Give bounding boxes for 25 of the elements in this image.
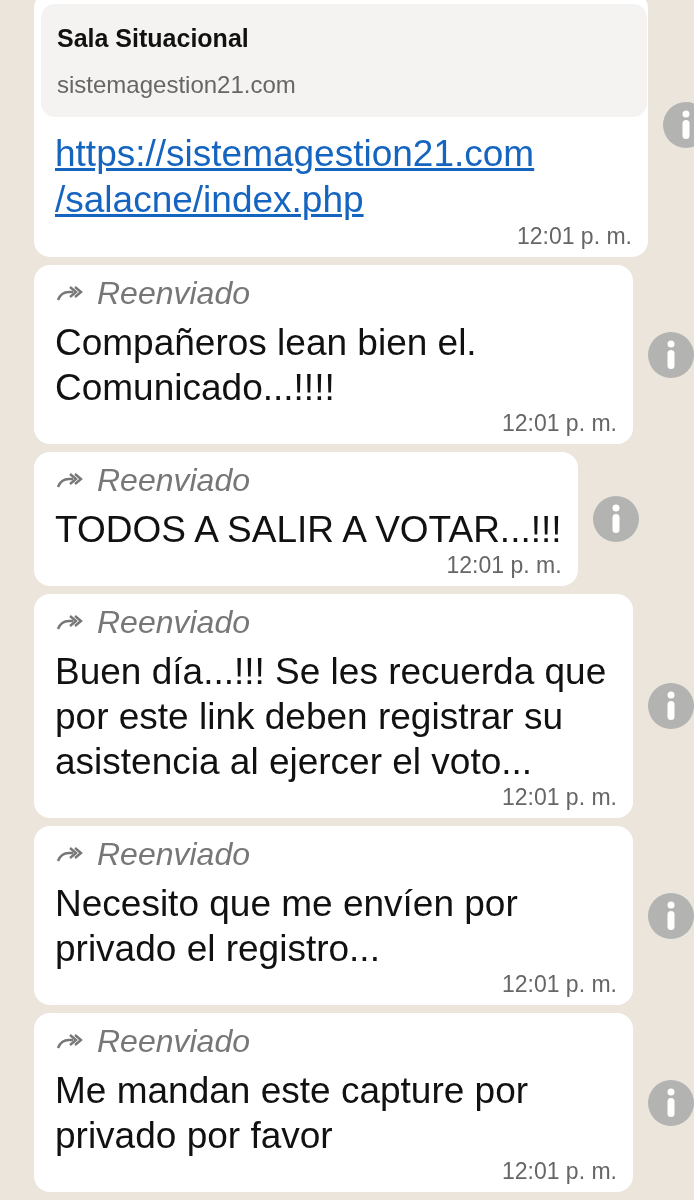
message-link[interactable]: https://sistemagestion21.com/salacne/index.php bbox=[55, 131, 632, 223]
preview-domain: sistemagestion21.com bbox=[57, 71, 297, 99]
forwarded-label: Reenviado bbox=[97, 836, 250, 873]
info-icon[interactable] bbox=[648, 1079, 694, 1126]
message-time: 12:01 p. m. bbox=[501, 410, 617, 436]
message-time: 12:01 p. m. bbox=[516, 223, 632, 249]
forwarded-label: Reenviado bbox=[97, 462, 250, 499]
message-time: 12:01 p. m. bbox=[501, 1158, 617, 1184]
preview-title: Sala Situacional bbox=[57, 24, 250, 53]
forwarded-label: Reenviado bbox=[97, 1023, 250, 1060]
message-text: Me mandan este capture por privado por favor bbox=[55, 1069, 530, 1158]
message-text: Necesito que me envíen por privado el registro... bbox=[55, 882, 519, 971]
link-preview[interactable]: Sala Situacional sistemagestion21.com bbox=[41, 4, 647, 117]
forwarded-label: Reenviado bbox=[97, 275, 250, 312]
message-time: 12:01 p. m. bbox=[446, 552, 562, 578]
info-icon[interactable] bbox=[648, 331, 694, 378]
message-text: TODOS A SALIR A VOTAR...!!! bbox=[55, 508, 562, 552]
message-text: Buen día...!!! Se les recuerda que por este link deben registrar su asistencia al ejercer el voto... bbox=[55, 650, 608, 784]
info-icon[interactable] bbox=[648, 683, 694, 729]
message-text: Compañeros lean bien el. Comunicado...!!!! bbox=[55, 321, 478, 410]
message-time: 12:01 p. m. bbox=[501, 784, 617, 810]
info-icon[interactable] bbox=[648, 892, 694, 939]
info-icon[interactable] bbox=[592, 496, 639, 542]
forwarded-label: Reenviado bbox=[97, 604, 250, 641]
message-time: 12:01 p. m. bbox=[501, 971, 617, 997]
